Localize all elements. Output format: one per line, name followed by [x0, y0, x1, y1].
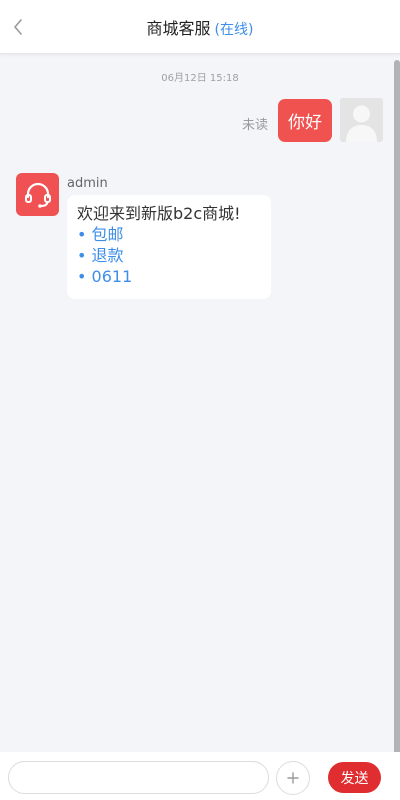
- my-message-bubble: 你好: [278, 99, 332, 142]
- back-button[interactable]: [4, 12, 32, 42]
- input-bar: 发送: [0, 752, 400, 800]
- quick-links: 包邮 退款 0611: [77, 224, 261, 287]
- quick-link[interactable]: 退款: [77, 245, 261, 266]
- agent-message-text: 欢迎来到新版b2c商城!: [77, 204, 241, 223]
- agent-avatar: [16, 173, 59, 216]
- online-status: (在线): [214, 21, 254, 38]
- quick-link[interactable]: 包邮: [77, 224, 261, 245]
- headset-icon: [24, 182, 51, 208]
- quick-link[interactable]: 0611: [77, 266, 261, 287]
- user-silhouette-icon: [340, 98, 383, 142]
- avatar: [340, 98, 383, 142]
- send-button[interactable]: 发送: [328, 762, 381, 793]
- agent-name: admin: [67, 176, 108, 191]
- chat-app: 商城客服 (在线) 06月12日 15:18 未读 你好 admin 欢迎来到新…: [0, 0, 400, 800]
- chat-scrollbar[interactable]: [394, 60, 400, 755]
- plus-icon: [287, 772, 299, 784]
- header-bar: 商城客服 (在线): [0, 0, 400, 54]
- attach-button[interactable]: [276, 761, 310, 795]
- page-title: 商城客服: [146, 18, 211, 38]
- agent-message-bubble: 欢迎来到新版b2c商城! 包邮 退款 0611: [67, 195, 271, 299]
- read-status: 未读: [242, 118, 269, 133]
- header-title-group: 商城客服 (在线): [147, 15, 254, 39]
- message-input[interactable]: [8, 761, 269, 794]
- message-timestamp: 06月12日 15:18: [161, 73, 239, 84]
- chevron-left-icon: [14, 19, 22, 35]
